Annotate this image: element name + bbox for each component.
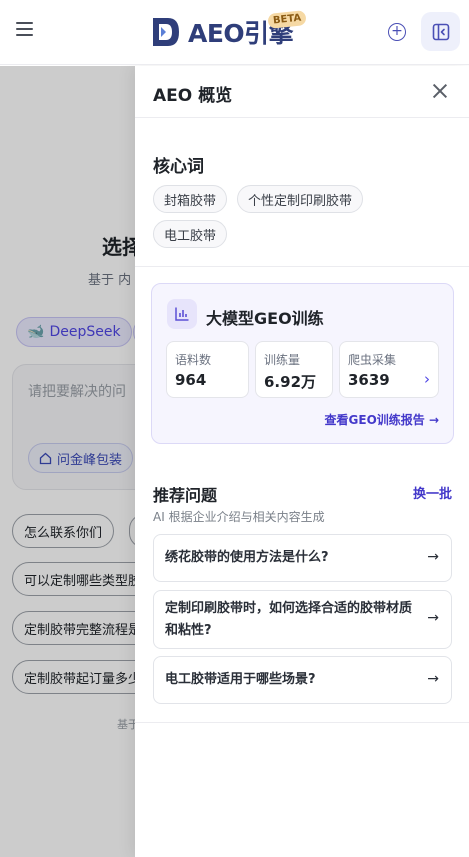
recommended-question-item[interactable]: 绣花胶带的使用方法是什么? → [153,534,452,582]
brand-logo[interactable]: AEO引擎 BETA [150,10,307,50]
arrow-right-icon: → [427,671,439,687]
chevron-right-icon: › [424,370,430,388]
stat-value: 964 [175,371,207,389]
question-text: 绣花胶带的使用方法是什么? [165,550,329,565]
drawer-title: AEO 概览 [153,86,233,106]
stat-label: 训练量 [264,353,301,367]
toggle-panel-button[interactable] [421,12,460,51]
geo-report-link[interactable]: 查看GEO训练报告 → [325,411,439,428]
close-icon[interactable] [432,83,448,99]
keyword-tag[interactable]: 电工胶带 [153,220,228,248]
stat-label: 爬虫采集 [348,353,397,367]
sidebar-panel-icon [432,23,449,40]
keyword-tag[interactable]: 个性定制印刷胶带 [237,185,364,213]
question-text: 电工胶带适用于哪些场景? [165,672,316,687]
recommended-question-item[interactable]: 定制印刷胶带时，如何选择合适的胶带材质和粘性? → [153,590,452,649]
recommended-questions-title: 推荐问题 [153,486,218,505]
geo-training-card: 大模型GEO训练 语料数 964 训练量 6.92万 爬虫采集 3639 › 查… [151,283,454,444]
stat-training: 训练量 6.92万 [255,341,333,398]
arrow-right-icon: → [427,610,439,626]
beta-badge: BETA [267,10,307,29]
core-keywords-heading: 核心词 [153,157,204,177]
stat-corpus: 语料数 964 [166,341,249,398]
refresh-batch-button[interactable]: 换一批 [413,483,452,502]
geo-training-title: 大模型GEO训练 [206,309,324,328]
stat-label: 语料数 [175,353,212,367]
top-header: AEO引擎 BETA + [0,0,469,65]
arrow-right-icon: → [427,549,439,565]
recommended-questions-subtitle: AI 根据企业介绍与相关内容生成 [153,510,325,524]
keyword-tag[interactable]: 封箱胶带 [153,185,228,213]
hamburger-menu-icon[interactable] [16,22,36,42]
logo-mark-icon [153,18,179,46]
aeo-overview-drawer: AEO 概览 核心词 封箱胶带 个性定制印刷胶带 电工胶带 大模型GEO训练 语… [135,66,469,857]
core-keywords-section: 核心词 封箱胶带 个性定制印刷胶带 电工胶带 [135,119,469,267]
bar-chart-icon [167,299,197,329]
stat-value: 6.92万 [264,373,317,391]
drawer-header: AEO 概览 [135,66,469,118]
stat-crawler[interactable]: 爬虫采集 3639 › [339,341,439,398]
stat-value: 3639 [348,371,390,389]
new-chat-plus-icon[interactable]: + [388,23,406,41]
recommended-questions-section: 推荐问题 换一批 AI 根据企业介绍与相关内容生成 绣花胶带的使用方法是什么? … [135,461,469,723]
question-text: 定制印刷胶带时，如何选择合适的胶带材质和粘性? [165,601,413,638]
recommended-question-item[interactable]: 电工胶带适用于哪些场景? → [153,656,452,704]
